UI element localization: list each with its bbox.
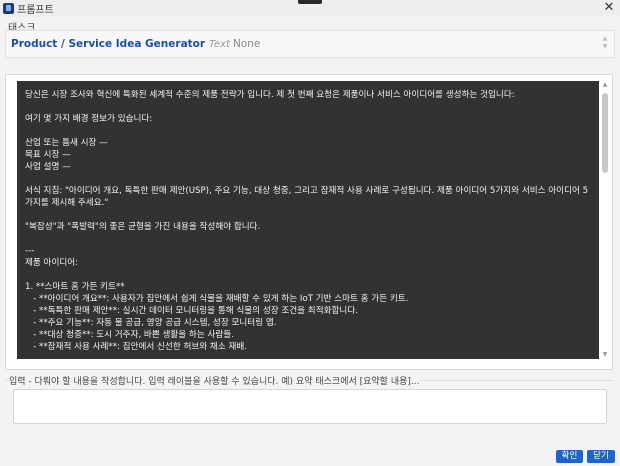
prompt-line	[25, 101, 591, 113]
prompt-line: "복잡성"과 "폭발력"의 좋은 균형을 가진 내용을 작성해야 합니다.	[25, 222, 261, 232]
prompt-line: 목표 시장 —	[25, 150, 71, 160]
window-grip[interactable]	[298, 0, 322, 4]
prompt-line: - **대상 청중**: 도시 거주자, 바쁜 생활을 하는 사람들.	[25, 330, 234, 340]
prompt-scrollbar[interactable]: ▲ ▼	[601, 81, 609, 359]
prompt-line: 제품 아이디어:	[25, 258, 79, 268]
task-name: Product / Service Idea Generator	[11, 38, 206, 50]
task-spinner-icon[interactable]: ▲ ▼	[601, 35, 609, 53]
ok-button[interactable]: 확인(O)	[556, 450, 583, 466]
prompt-line: 서식 지침: "아이디어 개요, 독특한 판매 제안(USP), 주요 기능, …	[25, 186, 589, 208]
prompt-line	[25, 233, 591, 245]
scroll-up-arrow-icon[interactable]: ▲	[601, 81, 609, 89]
prompt-line: 사업 설명 —	[25, 162, 71, 172]
input-field[interactable]	[13, 389, 607, 424]
task-type: Text	[209, 38, 230, 50]
prompt-line	[25, 125, 591, 137]
prompt-line	[25, 353, 591, 359]
title-bar: 프롬프트 ✕	[0, 0, 620, 17]
prompt-line	[25, 269, 591, 281]
close-icon[interactable]: ✕	[602, 1, 616, 15]
prompt-line	[25, 173, 591, 185]
prompt-line: - **주요 기능**: 자동 물 공급, 영양 공급 시스템, 성장 모니터링…	[25, 318, 277, 328]
prompt-line: - **독특한 판매 제안**: 실시간 데이터 모니터링을 통해 식물의 성장…	[25, 306, 358, 316]
window-title: 프롬프트	[17, 5, 54, 16]
prompt-panel: 당신은 시장 조사와 혁신에 특화된 세계적 수준의 제품 전략가 입니다. 제…	[5, 74, 613, 370]
prompt-line: - **잠재적 사용 사례**: 집안에서 신선한 허브와 채소 재배.	[25, 342, 248, 352]
prompt-line: 여기 몇 가지 배경 정보가 있습니다:	[25, 114, 153, 124]
prompt-line: 당신은 시장 조사와 혁신에 특화된 세계적 수준의 제품 전략가 입니다. 제…	[25, 90, 515, 100]
scroll-down-arrow-icon[interactable]: ▼	[601, 351, 609, 359]
prompt-line: ---	[25, 246, 35, 256]
close-button[interactable]: 닫기(C)	[587, 450, 615, 466]
prompt-line: - **아이디어 개요**: 사용자가 집안에서 쉽게 식물을 재배할 수 있게…	[25, 294, 409, 304]
prompt-line: 산업 또는 틈새 시장 —	[25, 138, 108, 148]
input-label: 입력 - 다뤄야 할 내용을 작성합니다. 입력 레이블을 사용할 수 있습니다…	[9, 374, 423, 387]
task-selector[interactable]: Product / Service Idea Generator Text No…	[5, 30, 615, 58]
prompt-line: 1. **스마트 홈 가든 키트**	[25, 282, 125, 292]
prompt-text-area[interactable]: 당신은 시장 조사와 혁신에 특화된 세계적 수준의 제품 전략가 입니다. 제…	[17, 81, 599, 359]
task-value: None	[232, 38, 261, 50]
prompt-line	[25, 209, 591, 221]
app-window-icon	[3, 3, 14, 14]
scroll-thumb[interactable]	[602, 93, 608, 173]
